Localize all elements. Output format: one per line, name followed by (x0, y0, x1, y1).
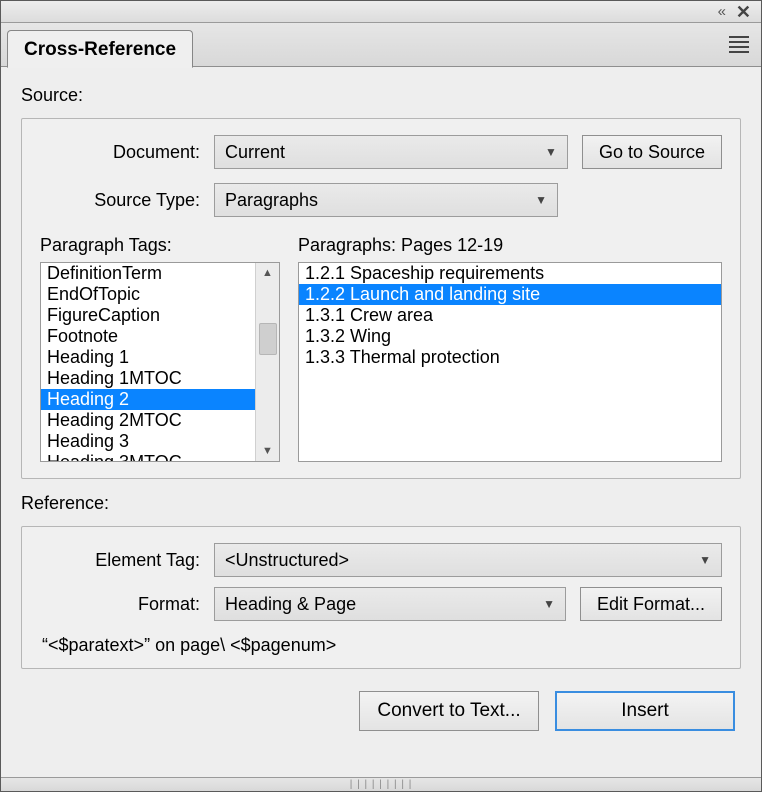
reference-section-label: Reference: (21, 493, 741, 514)
list-item[interactable]: Footnote (41, 326, 255, 347)
cross-reference-panel: « ✕ Cross-Reference Source: Document: Cu… (0, 0, 762, 792)
paragraphs-listbox[interactable]: 1.2.1 Spaceship requirements1.2.2 Launch… (298, 262, 722, 462)
paragraph-tags-label: Paragraph Tags: (40, 231, 280, 262)
tab-cross-reference[interactable]: Cross-Reference (7, 30, 193, 68)
edit-format-button[interactable]: Edit Format... (580, 587, 722, 621)
format-dropdown[interactable]: Heading & Page ▼ (214, 587, 566, 621)
tab-label: Cross-Reference (24, 39, 176, 61)
list-item[interactable]: 1.2.2 Launch and landing site (299, 284, 721, 305)
list-item[interactable]: Heading 1MTOC (41, 368, 255, 389)
list-item[interactable]: FigureCaption (41, 305, 255, 326)
scroll-down-icon[interactable]: ▼ (262, 445, 273, 457)
dialog-footer: Convert to Text... Insert (21, 679, 741, 735)
list-item[interactable]: 1.3.2 Wing (299, 326, 721, 347)
list-item[interactable]: Heading 2MTOC (41, 410, 255, 431)
list-item[interactable]: Heading 2 (41, 389, 255, 410)
content-area: Source: Document: Current ▼ Go to Source… (1, 67, 761, 777)
hamburger-icon (729, 36, 749, 53)
statusbar: | | | | | | | | | (1, 777, 761, 791)
source-type-value: Paragraphs (225, 190, 318, 211)
list-item[interactable]: Heading 1 (41, 347, 255, 368)
format-value: Heading & Page (225, 594, 356, 615)
chevron-down-icon: ▼ (545, 145, 557, 159)
goto-source-button[interactable]: Go to Source (582, 135, 722, 169)
list-item[interactable]: 1.2.1 Spaceship requirements (299, 263, 721, 284)
close-icon[interactable]: ✕ (736, 3, 751, 21)
resize-grip-icon[interactable]: | | | | | | | | | (350, 779, 413, 790)
format-label: Format: (40, 594, 200, 615)
convert-label: Convert to Text... (377, 700, 520, 722)
chevron-down-icon: ▼ (699, 553, 711, 567)
list-item[interactable]: 1.3.1 Crew area (299, 305, 721, 326)
list-item[interactable]: Heading 3 (41, 431, 255, 452)
source-section-label: Source: (21, 85, 741, 106)
source-type-label: Source Type: (40, 190, 200, 211)
source-type-dropdown[interactable]: Paragraphs ▼ (214, 183, 558, 217)
tab-strip: Cross-Reference (1, 23, 761, 67)
convert-to-text-button[interactable]: Convert to Text... (359, 691, 539, 731)
reference-group: Element Tag: <Unstructured> ▼ Format: He… (21, 526, 741, 669)
element-tag-label: Element Tag: (40, 550, 200, 571)
scrollbar[interactable]: ▲ ▼ (255, 263, 279, 461)
element-tag-value: <Unstructured> (225, 550, 349, 571)
goto-source-label: Go to Source (599, 142, 705, 163)
panel-menu-button[interactable] (729, 29, 761, 66)
document-label: Document: (40, 142, 200, 163)
list-item[interactable]: 1.3.3 Thermal protection (299, 347, 721, 368)
paragraphs-label: Paragraphs: Pages 12-19 (298, 231, 722, 262)
scroll-thumb[interactable] (259, 323, 277, 355)
element-tag-dropdown[interactable]: <Unstructured> ▼ (214, 543, 722, 577)
titlebar: « ✕ (1, 1, 761, 23)
chevron-down-icon: ▼ (535, 193, 547, 207)
source-group: Document: Current ▼ Go to Source Source … (21, 118, 741, 479)
paragraph-tags-listbox[interactable]: DefinitionTermEndOfTopicFigureCaptionFoo… (40, 262, 280, 462)
format-template-string: “<$paratext>” on page\ <$pagenum> (40, 631, 722, 656)
collapse-icon[interactable]: « (718, 3, 722, 20)
insert-button[interactable]: Insert (555, 691, 735, 731)
edit-format-label: Edit Format... (597, 594, 705, 615)
scroll-up-icon[interactable]: ▲ (262, 267, 273, 279)
list-item[interactable]: Heading 3MTOC (41, 452, 255, 461)
insert-label: Insert (621, 700, 669, 722)
list-item[interactable]: EndOfTopic (41, 284, 255, 305)
document-value: Current (225, 142, 285, 163)
list-item[interactable]: DefinitionTerm (41, 263, 255, 284)
chevron-down-icon: ▼ (543, 597, 555, 611)
document-dropdown[interactable]: Current ▼ (214, 135, 568, 169)
